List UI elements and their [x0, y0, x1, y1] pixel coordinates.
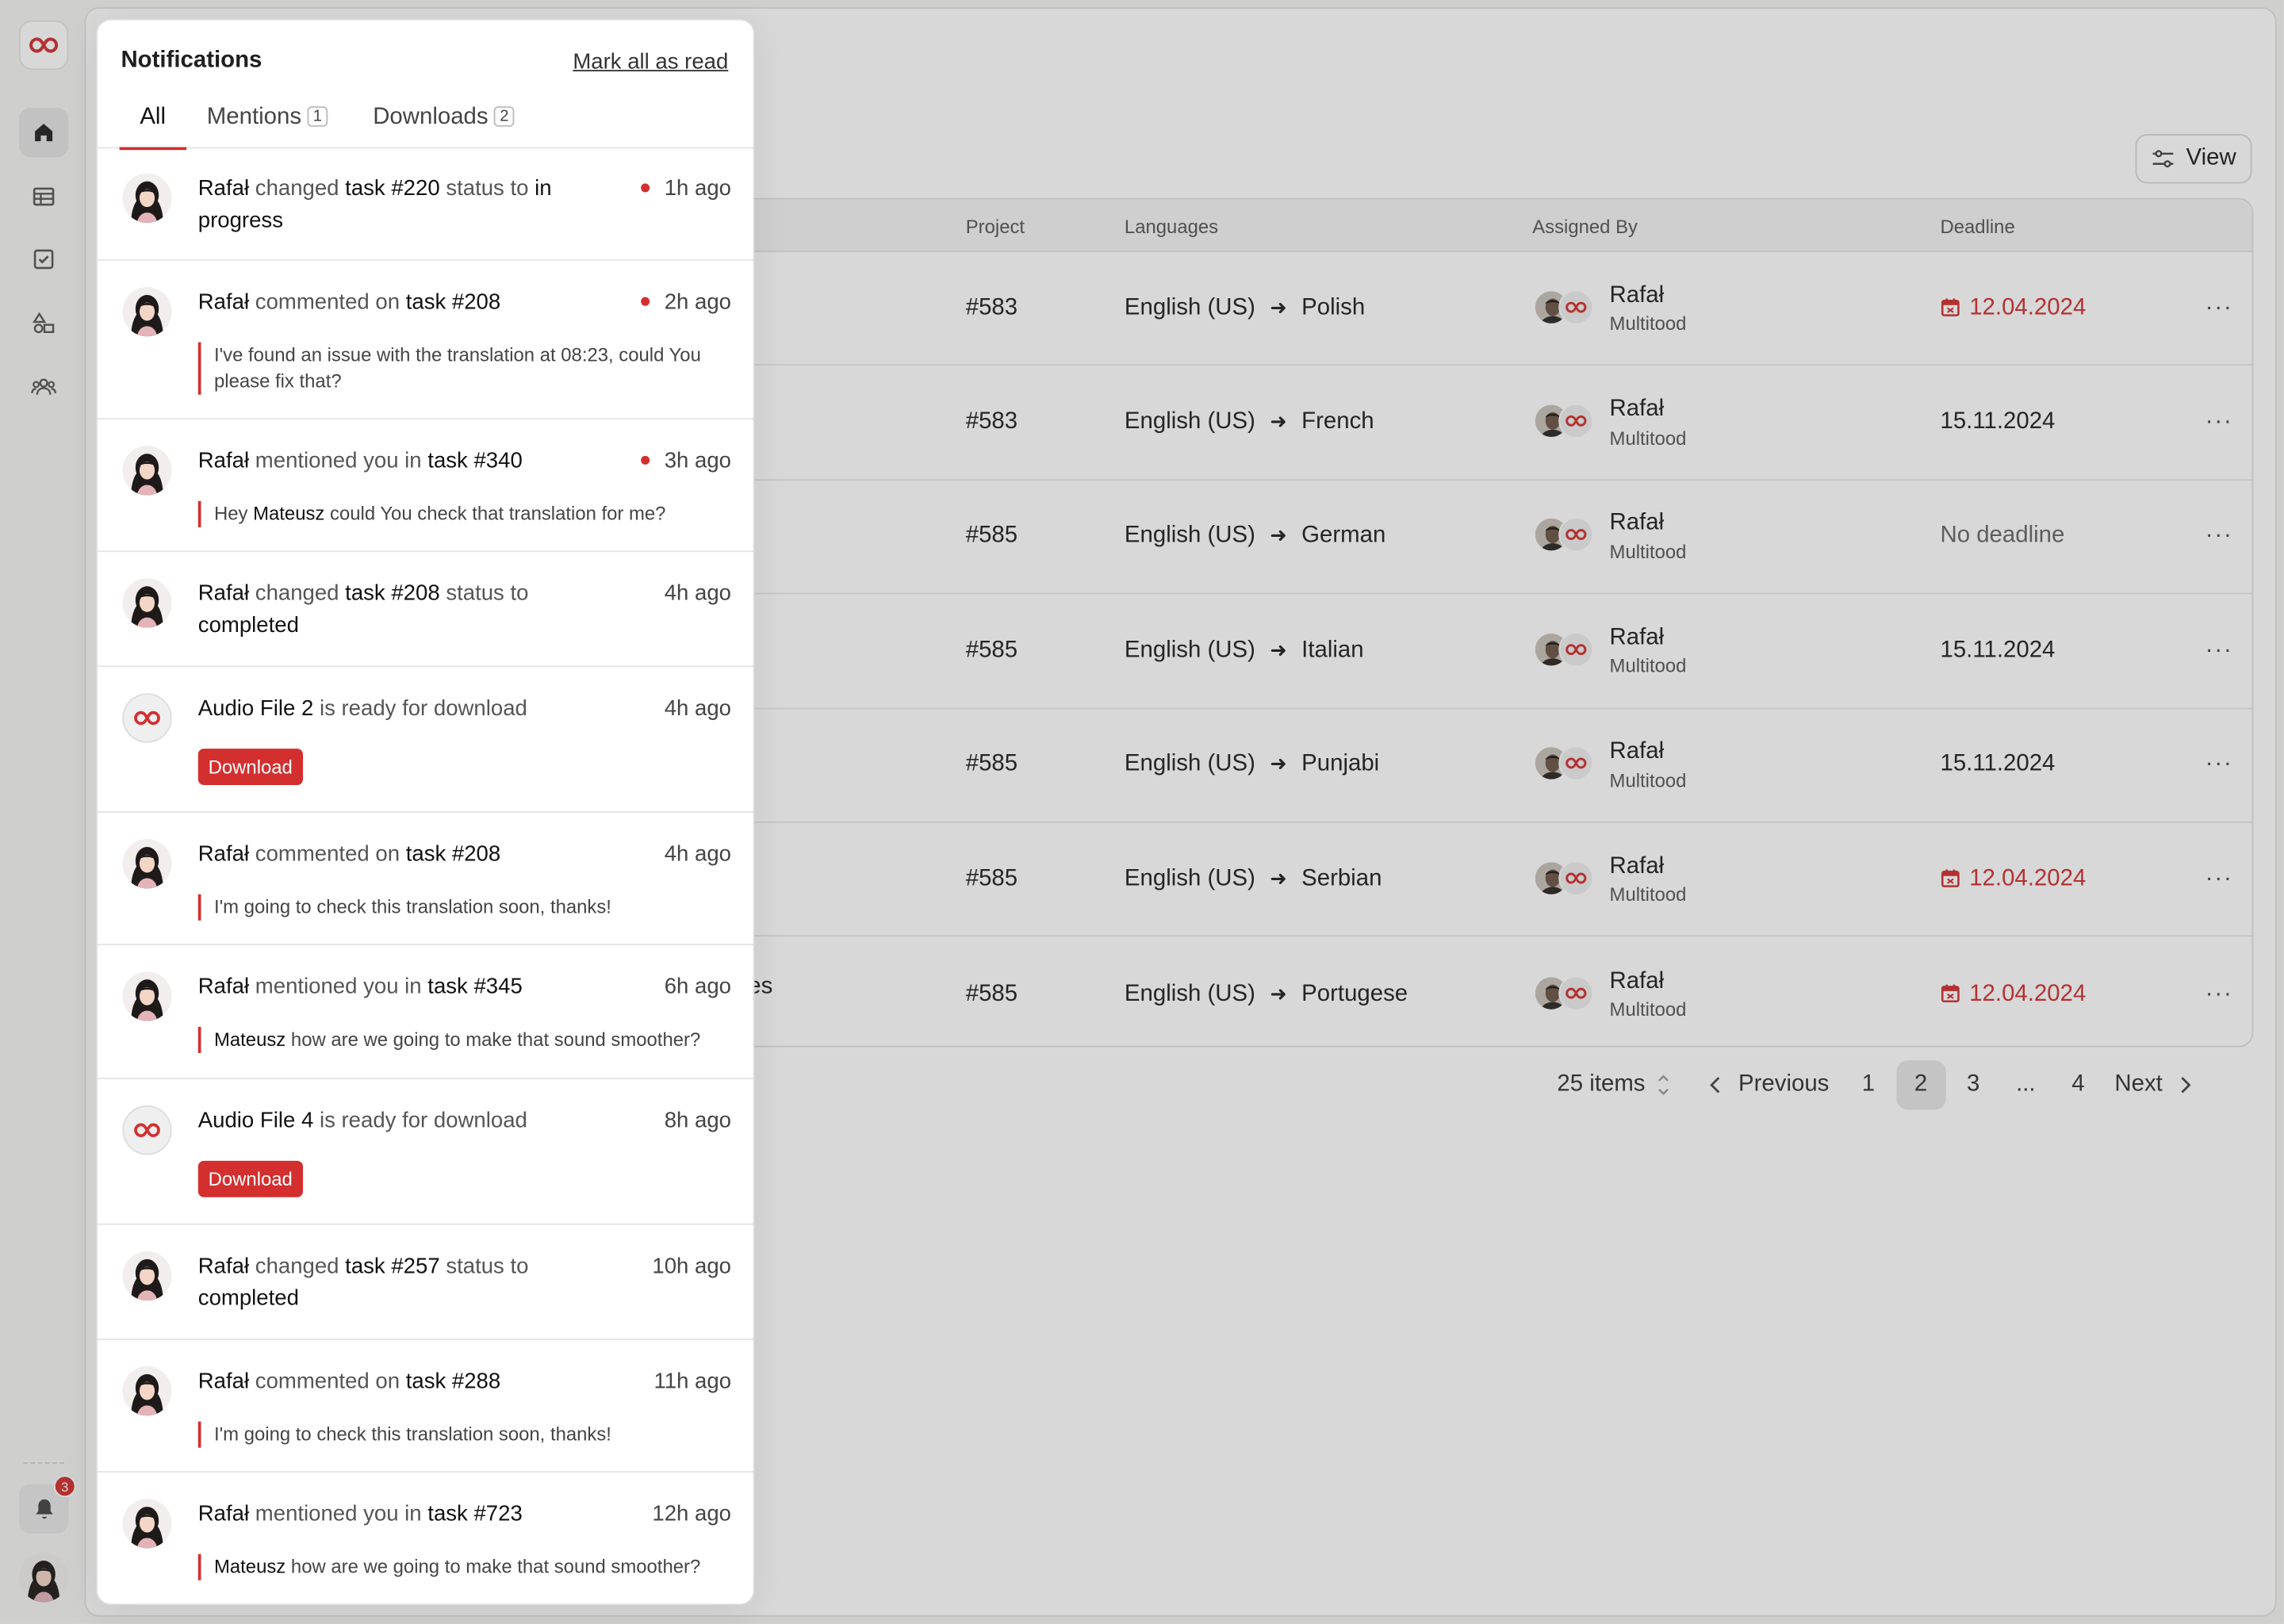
- tab-label: Downloads: [373, 105, 489, 130]
- brand-icon: [122, 1105, 172, 1155]
- comment-quote: I'm going to check this translation soon…: [197, 1421, 730, 1448]
- mark-all-read-link[interactable]: Mark all as read: [573, 49, 728, 74]
- avatar: [122, 1251, 171, 1300]
- unread-dot: [641, 455, 650, 465]
- notification-item[interactable]: Rafał commented on task #288 11h ago I'm…: [98, 1340, 753, 1473]
- avatar: [122, 971, 171, 1021]
- comment-quote: I've found an issue with the translation…: [197, 342, 730, 395]
- notification-text: Rafał changed task #208 status to comple…: [197, 580, 529, 638]
- notification-item[interactable]: Audio File 4 is ready for download 8h ag…: [98, 1079, 753, 1225]
- notification-text: Rafał changed task #257 status to comple…: [197, 1254, 529, 1312]
- notification-item[interactable]: Rafał mentioned you in task #345 6h ago …: [98, 945, 753, 1079]
- brand-icon: [122, 693, 172, 743]
- unread-dot: [641, 183, 650, 193]
- notifications-title: Notifications: [121, 48, 263, 73]
- notification-text: Rafał commented on task #208: [197, 289, 501, 315]
- tab-label: All: [140, 105, 166, 130]
- notification-item[interactable]: Rafał commented on task #208 4h ago I'm …: [98, 813, 753, 946]
- download-button[interactable]: Download: [197, 1160, 303, 1197]
- avatar: [122, 446, 171, 495]
- comment-quote: Hey Mateusz could You check that transla…: [197, 500, 730, 527]
- notification-text: Rafał commented on task #288: [197, 1369, 501, 1394]
- notification-item[interactable]: Rafał mentioned you in task #340 3h ago …: [98, 419, 753, 553]
- avatar: [122, 1366, 171, 1415]
- tab-count: 1: [307, 106, 328, 127]
- notification-time: 8h ago: [664, 1108, 732, 1133]
- unread-dot: [641, 297, 650, 306]
- comment-quote: I'm going to check this translation soon…: [197, 894, 730, 921]
- avatar: [122, 578, 171, 627]
- notification-text: Audio File 2 is ready for download: [197, 695, 527, 722]
- notification-time: 3h ago: [641, 446, 731, 477]
- avatar: [122, 839, 171, 888]
- notifications-panel: Notifications Mark all as read All Menti…: [96, 18, 755, 1606]
- notification-text: Audio File 4 is ready for download: [197, 1108, 527, 1133]
- notification-list: Rafał changed task #220 status to in pro…: [98, 147, 753, 1604]
- notification-text: Rafał mentioned you in task #345: [197, 974, 523, 999]
- avatar: [122, 1499, 171, 1548]
- comment-quote: Mateusz how are we going to make that so…: [197, 1026, 730, 1053]
- notification-time: 4h ago: [664, 580, 732, 607]
- tab-downloads[interactable]: Downloads 2: [373, 105, 515, 147]
- notification-time: 4h ago: [664, 695, 732, 722]
- notification-time: 2h ago: [641, 287, 731, 319]
- notification-item[interactable]: Rafał changed task #257 status to comple…: [98, 1225, 753, 1340]
- notification-text: Rafał mentioned you in task #340: [197, 448, 523, 473]
- tab-count: 2: [493, 106, 515, 127]
- notification-time: 6h ago: [664, 974, 732, 999]
- notification-time: 11h ago: [653, 1369, 732, 1394]
- download-button[interactable]: Download: [197, 749, 303, 785]
- notification-item[interactable]: Audio File 2 is ready for download 4h ag…: [98, 667, 753, 813]
- avatar: [122, 174, 171, 223]
- tab-all[interactable]: All: [119, 105, 186, 151]
- notification-time: 1h ago: [641, 174, 731, 205]
- notification-item[interactable]: Rafał changed task #208 status to comple…: [98, 552, 753, 668]
- notification-item[interactable]: Rafał changed task #220 status to in pro…: [98, 147, 753, 261]
- notification-item[interactable]: Rafał mentioned you in task #723 12h ago…: [98, 1473, 753, 1603]
- notification-text: Rafał commented on task #208: [197, 841, 501, 867]
- notification-time: 10h ago: [652, 1254, 732, 1279]
- notification-item[interactable]: Rafał commented on task #208 2h ago I've…: [98, 261, 753, 419]
- tab-label: Mentions: [206, 105, 302, 130]
- comment-quote: Mateusz how are we going to make that so…: [197, 1553, 730, 1580]
- avatar: [122, 287, 171, 336]
- notification-time: 4h ago: [664, 841, 732, 867]
- notification-text: Rafał mentioned you in task #723: [197, 1501, 523, 1526]
- tab-mentions[interactable]: Mentions 1: [207, 105, 328, 147]
- notification-text: Rafał changed task #220 status to in pro…: [197, 176, 552, 233]
- notification-tabs: All Mentions 1 Downloads 2: [98, 105, 753, 151]
- notification-time: 12h ago: [652, 1501, 732, 1526]
